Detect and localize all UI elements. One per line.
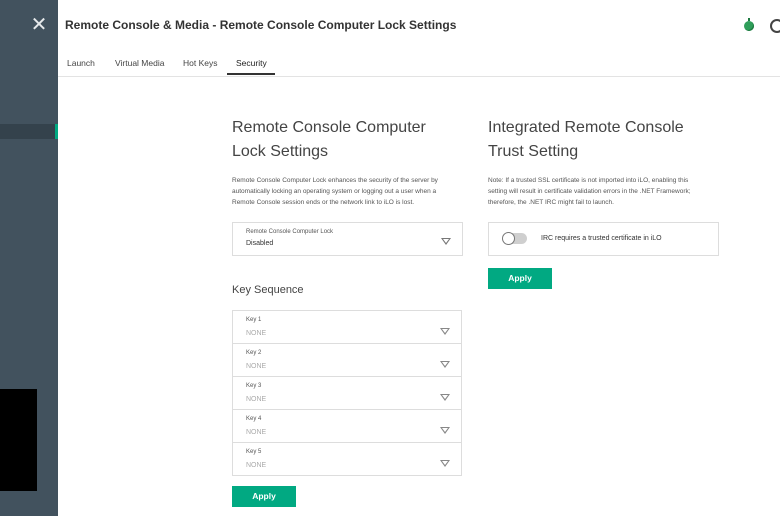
key-label: Key 5: [246, 449, 262, 455]
lock-description-line2: automatically locking an operating syste…: [232, 188, 437, 195]
key-4-select[interactable]: Key 4 NONE: [232, 410, 462, 443]
lock-description-line1: Remote Console Computer Lock enhances th…: [232, 177, 438, 184]
key-value: NONE: [246, 429, 267, 436]
trust-note-line1: Note: If a trusted SSL certificate is no…: [488, 177, 689, 184]
header: Remote Console & Media - Remote Console …: [58, 0, 780, 52]
lock-heading-line1: Remote Console Computer: [232, 119, 426, 136]
key-3-select[interactable]: Key 3 NONE: [232, 377, 462, 410]
toggle-knob: [502, 232, 515, 245]
trust-toggle-row: IRC requires a trusted certificate in iL…: [488, 222, 719, 256]
chevron-down-icon: [440, 394, 450, 401]
key-5-select[interactable]: Key 5 NONE: [232, 443, 462, 476]
close-icon[interactable]: ✕: [30, 15, 48, 35]
lock-description-line3: Remote Console session ends or the netwo…: [232, 199, 415, 206]
sidebar-item-active[interactable]: [0, 124, 58, 139]
sidebar-active-indicator: [55, 124, 58, 139]
tab-bar: Launch Virtual Media Hot Keys Security: [58, 52, 780, 77]
chevron-down-icon: [440, 361, 450, 368]
key-value: NONE: [246, 462, 267, 469]
computer-lock-select-label: Remote Console Computer Lock: [246, 229, 334, 235]
page-title: Remote Console & Media - Remote Console …: [65, 18, 457, 32]
key-value: NONE: [246, 396, 267, 403]
key-label: Key 1: [246, 317, 262, 323]
key-2-select[interactable]: Key 2 NONE: [232, 344, 462, 377]
chevron-down-icon: [441, 238, 451, 245]
computer-lock-select[interactable]: Remote Console Computer Lock Disabled: [232, 222, 463, 256]
sidebar: ✕: [0, 0, 58, 516]
key-sequence-heading: Key Sequence: [232, 284, 304, 296]
gear-icon[interactable]: [770, 19, 780, 33]
trust-heading-line2: Trust Setting: [488, 143, 579, 160]
trust-note-line2: setting will result in certificate valid…: [488, 188, 691, 195]
key-sequence-apply-button[interactable]: Apply: [232, 486, 296, 507]
tab-security[interactable]: Security: [236, 58, 267, 68]
key-label: Key 4: [246, 416, 262, 422]
tab-hot-keys[interactable]: Hot Keys: [183, 58, 218, 68]
lock-heading-line2: Lock Settings: [232, 143, 329, 160]
tab-virtual-media[interactable]: Virtual Media: [115, 58, 164, 68]
trust-heading-line1: Integrated Remote Console: [488, 119, 684, 136]
key-label: Key 2: [246, 350, 262, 356]
chevron-down-icon: [440, 427, 450, 434]
trust-apply-button[interactable]: Apply: [488, 268, 552, 289]
key-value: NONE: [246, 330, 267, 337]
trust-note-line3: therefore, the .NET IRC might fail to la…: [488, 199, 614, 206]
key-1-select[interactable]: Key 1 NONE: [232, 310, 462, 344]
key-label: Key 3: [246, 383, 262, 389]
key-value: NONE: [246, 363, 267, 370]
irc-trust-toggle-label: IRC requires a trusted certificate in iL…: [541, 235, 662, 242]
tab-launch[interactable]: Launch: [67, 58, 95, 68]
status-icon[interactable]: [744, 18, 754, 31]
key-sequence-list: Key 1 NONE Key 2 NONE Key 3 NONE Key 4 N…: [232, 310, 462, 476]
chevron-down-icon: [440, 460, 450, 467]
active-tab-indicator: [227, 73, 275, 75]
computer-lock-select-value: Disabled: [246, 240, 274, 247]
irc-trust-toggle[interactable]: [502, 232, 527, 245]
sidebar-black-panel: [0, 389, 37, 491]
chevron-down-icon: [440, 328, 450, 335]
